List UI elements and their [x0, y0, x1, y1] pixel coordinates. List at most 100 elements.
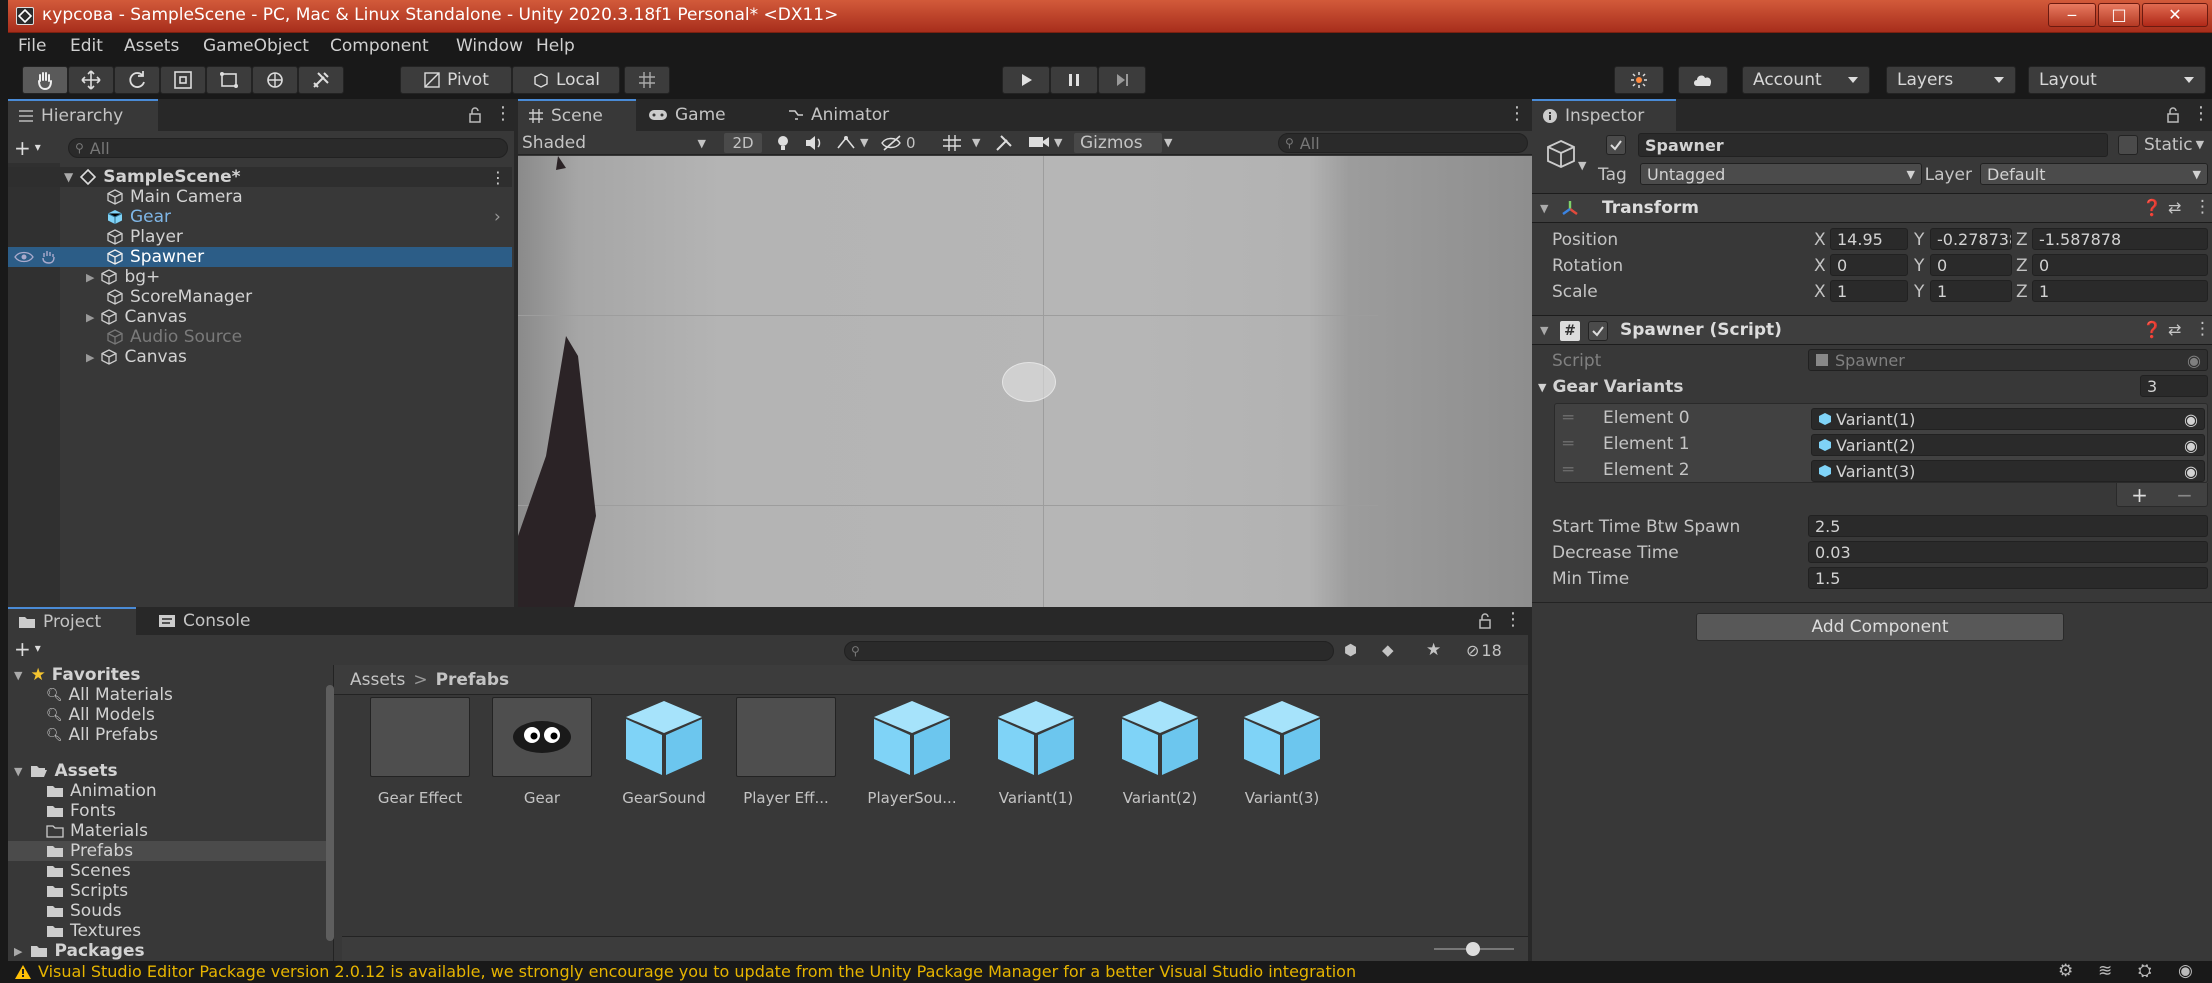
help-icon[interactable]: ❓ — [2142, 198, 2162, 217]
menu-file[interactable]: File — [18, 36, 46, 56]
chevron-right-icon[interactable]: › — [494, 207, 501, 227]
hierarchy-item-bg[interactable]: ▶ bg+ — [8, 267, 512, 287]
create-button[interactable]: + ▾ — [14, 136, 41, 160]
lighting-status-icon[interactable]: ◉ — [2178, 961, 2193, 981]
project-search-input[interactable]: ⚲ — [844, 641, 1334, 661]
object-picker-icon[interactable]: ◉ — [2184, 436, 2198, 455]
spawner-script-header[interactable]: ▼ # Spawner (Script) ❓ ⇄ ⋮ — [1532, 315, 2212, 345]
hidden-packages-toggle[interactable]: ⊘ 18 — [1466, 641, 1502, 660]
favorite-all-models[interactable]: 🔍︎ All Models — [8, 705, 328, 725]
eye-icon[interactable] — [14, 250, 34, 264]
layers-dropdown[interactable]: Layers — [1886, 66, 2016, 94]
tab-scene[interactable]: Scene — [518, 99, 636, 131]
favorites-foldout[interactable]: ▼ ★ Favorites — [8, 665, 328, 685]
play-button[interactable] — [1002, 66, 1050, 94]
hierarchy-item-spawner[interactable]: Spawner — [8, 247, 512, 267]
icon-dropdown-arrow-icon[interactable]: ▼ — [1578, 159, 1586, 172]
step-button[interactable] — [1098, 66, 1146, 94]
lock-icon[interactable] — [2166, 107, 2180, 123]
script-enabled-checkbox[interactable] — [1588, 321, 1608, 341]
grid-toggle[interactable] — [942, 134, 964, 152]
scale-y-field[interactable]: 1 — [1930, 280, 2012, 302]
hierarchy-item-gear[interactable]: Gear › — [8, 207, 512, 227]
close-button[interactable]: ✕ — [2142, 3, 2208, 27]
menu-component[interactable]: Component — [330, 36, 429, 56]
tab-animator[interactable]: Animator — [778, 99, 908, 131]
scene-menu-icon[interactable]: ⋮ — [490, 168, 506, 187]
menu-assets[interactable]: Assets — [124, 36, 179, 56]
component-menu-icon[interactable]: ⋮ — [2194, 319, 2211, 339]
folder-souds[interactable]: Souds — [8, 901, 328, 921]
scale-x-field[interactable]: 1 — [1830, 280, 1908, 302]
component-menu-icon[interactable]: ⋮ — [2194, 197, 2211, 217]
tab-inspector[interactable]: Inspector — [1532, 99, 1676, 131]
object-picker-icon[interactable]: ◉ — [2184, 462, 2198, 481]
hierarchy-item-main-camera[interactable]: Main Camera — [8, 187, 512, 207]
list-element-row[interactable]: ═ Element 2 Variant(3) ◉ — [1555, 458, 2207, 484]
panel-menu-icon[interactable]: ⋮ — [1508, 103, 1526, 124]
hand-tool-button[interactable] — [22, 66, 68, 94]
preset-icon[interactable]: ⇄ — [2168, 320, 2181, 339]
folder-textures[interactable]: Textures — [8, 921, 328, 941]
asset-playersound[interactable]: PlayerSou... — [860, 697, 964, 807]
start-time-field[interactable]: 2.5 — [1808, 515, 2208, 537]
effects-dropdown[interactable]: ▼ — [836, 134, 872, 152]
add-component-button[interactable]: Add Component — [1696, 613, 2064, 641]
gear-variants-foldout[interactable]: ▼ Gear Variants — [1538, 377, 1683, 399]
menu-gameobject[interactable]: GameObject — [203, 36, 309, 56]
tag-dropdown[interactable]: Untagged ▼ — [1640, 163, 1922, 185]
local-toggle[interactable]: Local — [512, 66, 620, 94]
scale-z-field[interactable]: 1 — [2032, 280, 2208, 302]
tools-toggle[interactable] — [994, 134, 1016, 152]
filter-by-type-icon[interactable]: ⬢ — [1344, 641, 1357, 659]
scale-tool-button[interactable] — [160, 66, 206, 94]
static-dropdown[interactable]: Static ▼ — [2144, 135, 2204, 155]
tab-hierarchy[interactable]: Hierarchy — [8, 99, 158, 131]
panel-menu-icon[interactable]: ⋮ — [1504, 609, 1522, 630]
asset-player-effect[interactable]: Player Eff... — [734, 697, 838, 807]
folder-materials[interactable]: Materials — [8, 821, 328, 841]
cache-server-icon[interactable]: ≋ — [2098, 961, 2112, 981]
list-element-row[interactable]: ═ Element 1 Variant(2) ◉ — [1555, 432, 2207, 458]
favorite-all-materials[interactable]: 🔍︎ All Materials — [8, 685, 328, 705]
rect-tool-button[interactable] — [206, 66, 252, 94]
panel-menu-icon[interactable]: ⋮ — [2192, 103, 2210, 124]
scene-row[interactable]: ▼ SampleScene* ⋮ — [8, 167, 512, 187]
decrease-time-field[interactable]: 0.03 — [1808, 541, 2208, 563]
hierarchy-item-player[interactable]: Player — [8, 227, 512, 247]
rotation-y-field[interactable]: 0 — [1930, 254, 2012, 276]
lighting-toggle[interactable] — [774, 134, 792, 152]
tab-project[interactable]: Project — [8, 607, 136, 635]
hierarchy-item-canvas-2[interactable]: ▶ Canvas — [8, 347, 512, 367]
status-message[interactable]: Visual Studio Editor Package version 2.0… — [38, 962, 1356, 981]
favorite-star-icon[interactable]: ★ — [1426, 640, 1441, 660]
gizmos-button[interactable]: Gizmos — [1074, 133, 1162, 153]
collab-button[interactable] — [1614, 66, 1664, 94]
panel-menu-icon[interactable]: ⋮ — [494, 103, 512, 124]
object-picker-icon[interactable]: ◉ — [2184, 410, 2198, 429]
folder-animation[interactable]: Animation — [8, 781, 328, 801]
pivot-toggle[interactable]: Pivot — [400, 66, 512, 94]
element-object-field[interactable]: Variant(1) ◉ — [1811, 408, 2205, 430]
hierarchy-item-scoremanager[interactable]: ScoreManager — [8, 287, 512, 307]
asset-gear[interactable]: Gear — [490, 697, 594, 807]
static-checkbox[interactable] — [2118, 135, 2138, 155]
transform-header[interactable]: ▼ Transform ❓ ⇄ ⋮ — [1532, 193, 2212, 223]
element-object-field[interactable]: Variant(3) ◉ — [1811, 460, 2205, 482]
progress-icon[interactable]: ⚙ — [2058, 961, 2073, 981]
pause-button[interactable] — [1050, 66, 1098, 94]
minimize-button[interactable]: ‒ — [2048, 3, 2096, 27]
camera-dropdown[interactable]: ▼ — [1028, 134, 1068, 152]
maximize-button[interactable]: □ — [2098, 3, 2140, 27]
asset-variant-1[interactable]: Variant(1) — [984, 697, 1088, 807]
favorite-all-prefabs[interactable]: 🔍︎ All Prefabs — [8, 725, 328, 745]
object-name-field[interactable]: Spawner — [1638, 133, 2108, 157]
menu-edit[interactable]: Edit — [70, 36, 103, 56]
element-object-field[interactable]: Variant(2) ◉ — [1811, 434, 2205, 456]
shading-mode-dropdown[interactable]: Shaded ▼ — [522, 133, 710, 153]
assets-foldout[interactable]: ▼ Assets — [8, 761, 328, 781]
hierarchy-item-audio-source[interactable]: Audio Source — [8, 327, 512, 347]
position-x-field[interactable]: 14.95 — [1830, 228, 1908, 250]
grid-dropdown-arrow-icon[interactable]: ▼ — [972, 134, 988, 152]
menu-window[interactable]: Window — [456, 36, 523, 56]
